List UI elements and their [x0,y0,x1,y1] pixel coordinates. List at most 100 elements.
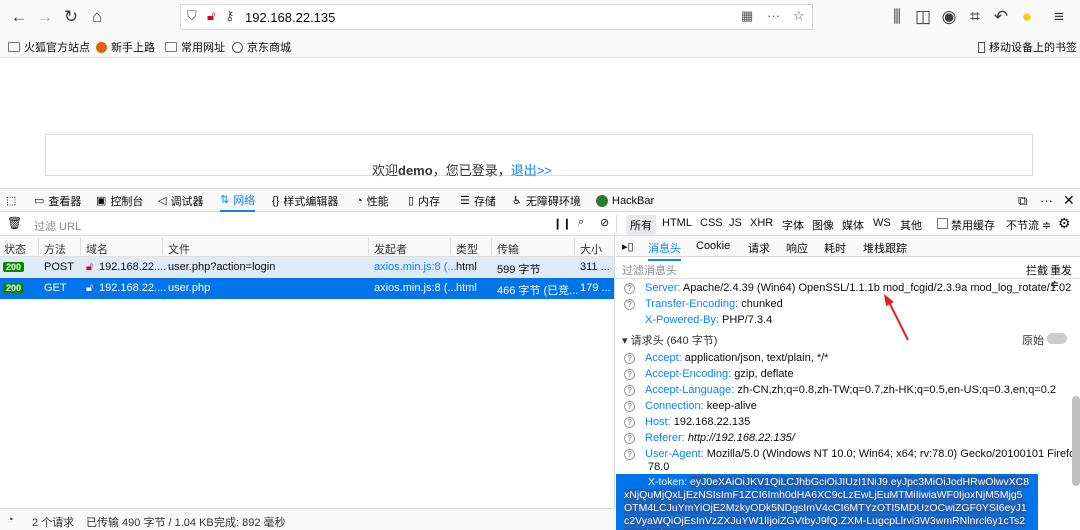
dock-icon[interactable]: ⧉ [1018,189,1027,212]
tab-accessibility[interactable]: ♿︎ 无障碍环境 [512,189,581,212]
help-icon[interactable]: ? [624,400,635,412]
trash-icon[interactable]: 🗑︎ [7,216,22,230]
filter-ws[interactable]: WS [873,217,891,229]
pause-icon[interactable]: ❙❙ [553,217,571,230]
statusbar-icon[interactable]: ◔ [7,514,14,526]
col-file[interactable]: 文件 [168,241,190,257]
col-method[interactable]: 方法 [44,241,66,257]
block-icon[interactable]: ⊘ [600,216,609,229]
col-size[interactable]: 大小 [580,241,602,257]
back-icon[interactable]: ← [6,4,32,30]
filter-other[interactable]: 其他 [900,217,922,233]
bookmark-star-icon[interactable]: ☆ [793,8,805,24]
tab-inspector[interactable]: ▭ 查看器 [34,189,81,212]
column-divider [38,238,39,255]
more-options-icon[interactable]: ··· [1040,189,1053,212]
column-divider [80,238,81,255]
tab-timings[interactable]: 耗时 [824,240,846,256]
filter-css[interactable]: CSS [700,217,723,229]
block-button[interactable]: 拦截 [1026,262,1048,278]
filter-images[interactable]: 图像 [812,217,834,233]
bookmark-item[interactable]: 新手上路 [96,39,155,55]
detail-scrollbar[interactable] [1072,396,1080,486]
home-icon[interactable]: ⌂ [84,4,110,30]
network-filterbar: 🗑︎ 过滤 URL ❙❙ ⌕ ⊘ 所有 HTML CSS JS XHR 字体 图… [0,212,1080,236]
undo-icon[interactable]: ↶ [988,4,1014,30]
help-icon[interactable]: ? [624,432,635,444]
throttle-select[interactable]: 不节流 ≑ [1006,217,1051,233]
help-icon[interactable]: ? [624,384,635,396]
console-icon: ▣ [96,195,107,207]
reload-icon[interactable]: ↻ [58,4,84,30]
x-token-header-selected[interactable]: X-token: eyJ0eXAiOiJKV1QiLCJhbGciOiJIUzI… [616,474,1038,530]
key-icon[interactable]: ⚷ [225,8,235,24]
tab-network[interactable]: ⇅ 网络 [220,189,256,212]
tab-debugger[interactable]: ◁ 调试器 [158,189,203,212]
col-transfer[interactable]: 传输 [497,241,519,257]
filter-fonts[interactable]: 字体 [782,217,804,233]
sidebar-icon[interactable]: ◫ [910,4,936,30]
table-row[interactable]: 200 GET 🔓︎ 192.168.22.... user.php axios… [0,278,614,299]
col-domain[interactable]: 域名 [86,241,108,257]
request-headers-section[interactable]: ▾ 请求头 (640 字节) 原始 [622,332,1074,348]
filter-url-input[interactable]: 过滤 URL [34,218,81,234]
help-icon[interactable]: ? [624,298,635,310]
insecure-lock-icon[interactable]: 🔓︎ [207,8,215,24]
tab-performance[interactable]: ◔ 性能 [356,189,389,212]
library-icon[interactable]: ⫼ [884,4,910,30]
help-icon[interactable]: ? [624,416,635,428]
extension-icon[interactable]: ● [1014,4,1040,30]
tab-storage[interactable]: ☰ 存储 [460,189,496,212]
close-devtools-icon[interactable]: ✕ [1063,189,1075,212]
tab-memory[interactable]: ▯ 内存 [408,189,440,212]
tab-hackbar[interactable]: HackBar [596,189,654,212]
help-icon[interactable]: ? [624,282,635,294]
filter-all[interactable]: 所有 [626,215,656,235]
tab-stack-trace[interactable]: 堆栈跟踪 [863,240,907,256]
header-row: ? Server: Apache/2.4.39 (Win64) OpenSSL/1… [624,282,1071,294]
col-type[interactable]: 类型 [456,241,478,257]
url-bar[interactable]: ⛉ 🔓︎ ⚷ 192.168.22.135 ▦ ··· ☆ [180,4,813,30]
raw-toggle[interactable] [1047,333,1067,344]
search-icon[interactable]: ⌕ [578,216,584,229]
help-icon[interactable]: ? [624,368,635,380]
filter-headers-input[interactable]: 过滤消息头 [622,262,677,278]
page-actions-icon[interactable]: ··· [767,8,780,23]
pick-element-icon[interactable]: ⬚ [6,189,16,212]
settings-gear-icon[interactable]: ⚙ [1058,215,1071,232]
devtools-tabbar: ⬚ ▭ 查看器 ▣ 控制台 ◁ 调试器 ⇅ 网络 {} 样式编辑器 ◔ 性能 ▯ 内存 ☰ 存储… [0,188,1080,212]
col-initiator[interactable]: 发起者 [374,241,407,257]
toggle-sidebar-icon[interactable]: ▸▯ [622,240,634,253]
tab-style-editor[interactable]: {} 样式编辑器 [272,189,338,212]
filter-xhr[interactable]: XHR [750,217,773,229]
transferred-total: 已传输 490 字节 / 1.04 KB [86,517,214,529]
qr-code-icon[interactable]: ▦ [741,8,753,24]
help-icon[interactable]: ? [624,448,635,460]
bookmark-item[interactable]: 火狐官方站点 [8,39,90,55]
account-icon[interactable]: ◉ [936,4,962,30]
logout-link[interactable]: 退出>> [511,163,552,178]
shield-icon[interactable]: ⛉ [187,8,197,24]
request-initiator[interactable]: axios.min.js:8 (... [374,282,457,294]
tab-console[interactable]: ▣ 控制台 [96,189,143,212]
tab-cookie[interactable]: Cookie [696,240,730,252]
filter-html[interactable]: HTML [662,217,692,229]
bookmark-item[interactable]: 常用网址 [165,39,225,55]
menu-icon[interactable]: ≡ [1046,4,1072,30]
tab-response[interactable]: 响应 [786,240,808,256]
crop-icon[interactable]: ⌗ [962,4,988,30]
filter-media[interactable]: 媒体 [842,217,864,233]
request-initiator[interactable]: axios.min.js:8 (... [374,261,457,273]
gauge-icon: ◔ [356,194,363,207]
filter-js[interactable]: JS [729,217,742,229]
help-icon[interactable]: ? [624,352,635,364]
tab-request[interactable]: 请求 [748,240,770,256]
table-row[interactable]: 200 POST 🔓︎ 192.168.22.... user.php?acti… [0,257,614,278]
col-status[interactable]: 状态 [4,241,26,257]
url-text[interactable]: 192.168.22.135 [245,10,335,25]
header-row: ? Transfer-Encoding: chunked [624,298,783,310]
disable-cache-checkbox[interactable] [937,218,948,229]
mobile-bookmarks[interactable]: 移动设备上的书签 [978,39,1077,55]
bookmark-item[interactable]: 京东商城 [232,39,291,55]
forward-icon[interactable]: → [32,4,58,30]
